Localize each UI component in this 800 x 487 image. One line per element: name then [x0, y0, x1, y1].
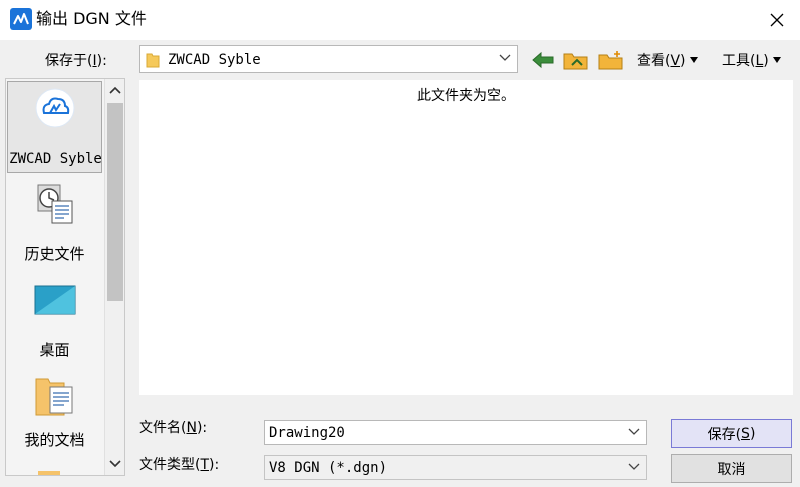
close-button[interactable] — [754, 0, 800, 40]
back-arrow-icon — [532, 51, 554, 69]
chevron-down-icon — [499, 54, 511, 61]
filename-label: 文件名(N): — [139, 420, 208, 436]
empty-folder-message: 此文件夹为空。 — [417, 88, 515, 104]
app-icon — [10, 8, 32, 30]
cancel-button[interactable]: 取消 — [671, 454, 792, 483]
filename-value: Drawing20 — [269, 425, 345, 441]
view-menu[interactable]: 查看(V) — [637, 51, 698, 71]
place-label: 历史文件 — [24, 245, 85, 263]
place-zwcad-syble[interactable]: ZWCAD Syble — [7, 81, 102, 173]
desktop-icon — [34, 285, 76, 315]
up-folder-button[interactable] — [563, 48, 589, 72]
place-more[interactable] — [7, 471, 102, 475]
history-icon — [37, 184, 73, 224]
save-in-label: 保存于(I): — [45, 53, 107, 69]
place-label: ZWCAD Syble — [9, 151, 102, 167]
folder-icon — [38, 471, 60, 475]
filetype-combo[interactable]: V8 DGN (*.dgn) — [264, 455, 647, 480]
back-button[interactable] — [530, 48, 556, 72]
folder-icon — [146, 53, 160, 68]
filetype-label: 文件类型(T): — [139, 457, 220, 473]
save-in-path: ZWCAD Syble — [168, 52, 261, 68]
places-bar: ZWCAD Syble 历史文件 桌面 我的文档 — [5, 78, 125, 476]
place-label: 我的文档 — [24, 431, 85, 449]
new-folder-icon — [598, 51, 623, 70]
chevron-down-icon[interactable] — [628, 463, 640, 471]
scrollbar-thumb[interactable] — [107, 103, 123, 301]
place-documents[interactable]: 我的文档 — [7, 373, 102, 463]
chevron-down-icon[interactable] — [628, 428, 640, 436]
cloud-drive-icon — [35, 88, 75, 128]
tools-menu[interactable]: 工具(L) — [722, 51, 781, 71]
save-in-combo[interactable]: ZWCAD Syble — [139, 45, 518, 73]
documents-icon — [35, 378, 73, 416]
save-button[interactable]: 保存(S) — [671, 419, 792, 448]
window-title: 输出 DGN 文件 — [36, 9, 147, 28]
filetype-value: V8 DGN (*.dgn) — [269, 460, 388, 476]
new-folder-button[interactable] — [598, 48, 624, 72]
place-desktop[interactable]: 桌面 — [7, 279, 102, 369]
scroll-down-icon[interactable] — [108, 459, 122, 469]
scroll-up-icon[interactable] — [108, 85, 122, 95]
caret-down-icon — [772, 57, 781, 63]
folder-up-icon — [563, 53, 588, 70]
place-history[interactable]: 历史文件 — [7, 183, 102, 273]
places-scrollbar[interactable] — [104, 79, 124, 475]
close-icon — [770, 13, 784, 27]
file-list[interactable]: 此文件夹为空。 — [139, 80, 793, 395]
place-label: 桌面 — [39, 341, 70, 359]
filename-combo[interactable]: Drawing20 — [264, 420, 647, 445]
title-bar: 输出 DGN 文件 — [0, 0, 800, 40]
caret-down-icon — [689, 57, 698, 63]
